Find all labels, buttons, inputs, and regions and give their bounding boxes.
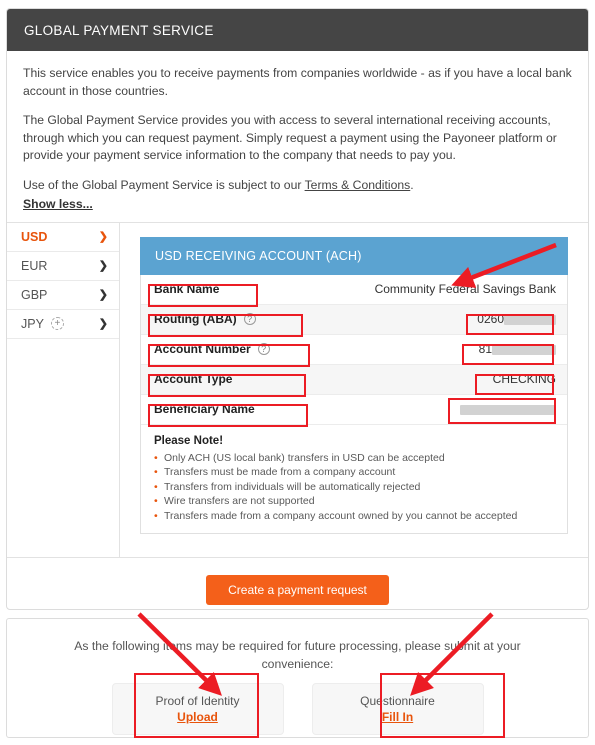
sidebar-item-usd-left: USD bbox=[21, 230, 47, 244]
currency-sidebar: USD ❯ EUR ❯ GBP ❯ JPY + ❯ bbox=[7, 222, 120, 557]
questionnaire-label: Questionnaire bbox=[360, 694, 435, 708]
account-body: USD ❯ EUR ❯ GBP ❯ JPY + ❯ USD RECEIVING … bbox=[7, 222, 588, 557]
help-question-icon[interactable]: ? bbox=[257, 343, 270, 355]
sidebar-item-gbp[interactable]: GBP ❯ bbox=[7, 281, 119, 310]
upload-link[interactable]: Upload bbox=[177, 710, 218, 724]
routing-aba-masked-digits bbox=[504, 314, 556, 325]
fill-in-link[interactable]: Fill In bbox=[382, 710, 413, 724]
chevron-right-icon: ❯ bbox=[98, 318, 108, 330]
list-item: Wire transfers are not supported bbox=[154, 494, 555, 509]
intro-text-block: This service enables you to receive paym… bbox=[7, 51, 588, 222]
account-number-value: 81 bbox=[479, 342, 556, 356]
beneficiary-name-label: Beneficiary Name bbox=[154, 402, 255, 416]
sidebar-item-jpy[interactable]: JPY + ❯ bbox=[7, 310, 119, 339]
intro-paragraph-2: The Global Payment Service provides you … bbox=[23, 113, 557, 162]
list-item: Transfers made from a company account ow… bbox=[154, 509, 555, 524]
proof-of-identity-tile[interactable]: Proof of Identity Upload bbox=[111, 683, 284, 735]
account-type-value: CHECKING bbox=[492, 372, 556, 386]
sidebar-item-gbp-left: GBP bbox=[21, 288, 47, 302]
account-panel-title: USD RECEIVING ACCOUNT (ACH) bbox=[140, 236, 568, 275]
account-number-label: Account Number ? bbox=[154, 342, 270, 356]
chevron-right-icon: ❯ bbox=[98, 260, 108, 272]
account-panel: Bank Name Community Federal Savings Bank… bbox=[140, 274, 568, 534]
intro-paragraph-1: This service enables you to receive paym… bbox=[23, 66, 572, 98]
beneficiary-name-value bbox=[460, 402, 556, 416]
documents-tiles-row: Proof of Identity Upload Questionnaire F… bbox=[7, 683, 588, 735]
terms-and-conditions-link[interactable]: Terms & Conditions bbox=[305, 178, 411, 192]
add-currency-plus-icon[interactable]: + bbox=[50, 317, 64, 330]
terms-suffix: . bbox=[410, 177, 414, 192]
list-item: Transfers must be made from a company ac… bbox=[154, 465, 555, 480]
sidebar-item-jpy-label: JPY bbox=[21, 316, 44, 331]
card-header: GLOBAL PAYMENT SERVICE bbox=[7, 9, 588, 51]
documents-prompt: As the following items may be required f… bbox=[74, 639, 521, 671]
sidebar-item-usd[interactable]: USD ❯ bbox=[7, 223, 119, 252]
sidebar-item-eur-left: EUR bbox=[21, 259, 47, 273]
beneficiary-name-masked-text bbox=[460, 404, 556, 415]
create-payment-request-button[interactable]: Create a payment request bbox=[206, 575, 389, 605]
bank-name-value: Community Federal Savings Bank bbox=[374, 282, 556, 296]
list-item: Transfers from individuals will be autom… bbox=[154, 480, 555, 495]
intro-paragraph-3: Use of the Global Payment Service is sub… bbox=[23, 177, 572, 195]
terms-prefix: Use of the Global Payment Service is sub… bbox=[23, 177, 305, 192]
table-row-account-number: Account Number ? 81 bbox=[141, 335, 567, 365]
chevron-right-icon: ❯ bbox=[98, 231, 108, 243]
sidebar-item-eur[interactable]: EUR ❯ bbox=[7, 252, 119, 281]
show-less-link[interactable]: Show less... bbox=[23, 196, 93, 214]
sidebar-item-gbp-label: GBP bbox=[21, 287, 48, 302]
list-item: Only ACH (US local bank) transfers in US… bbox=[154, 451, 555, 466]
account-number-value-text: 81 bbox=[478, 342, 492, 356]
table-row-beneficiary-name: Beneficiary Name bbox=[141, 395, 567, 425]
please-note-title: Please Note! bbox=[154, 434, 224, 447]
account-number-masked-digits bbox=[492, 344, 556, 355]
table-row-bank-name: Bank Name Community Federal Savings Bank bbox=[141, 275, 567, 305]
account-number-label-text: Account Number bbox=[154, 342, 251, 356]
routing-aba-value-text: 0260 bbox=[477, 312, 504, 326]
page-title: GLOBAL PAYMENT SERVICE bbox=[24, 22, 214, 38]
bank-name-label: Bank Name bbox=[154, 282, 220, 296]
global-payment-service-card: GLOBAL PAYMENT SERVICE This service enab… bbox=[6, 8, 589, 610]
questionnaire-tile[interactable]: Questionnaire Fill In bbox=[311, 683, 484, 735]
page-root: GLOBAL PAYMENT SERVICE This service enab… bbox=[0, 0, 595, 745]
documents-card: As the following items may be required f… bbox=[6, 618, 589, 738]
please-note-box: Please Note! Only ACH (US local bank) tr… bbox=[141, 424, 567, 533]
sidebar-item-usd-label: USD bbox=[21, 229, 48, 244]
account-details-content: USD RECEIVING ACCOUNT (ACH) Bank Name Co… bbox=[120, 223, 588, 557]
routing-aba-label-text: Routing (ABA) bbox=[154, 312, 237, 326]
sidebar-item-jpy-left: JPY + bbox=[21, 317, 64, 331]
proof-of-identity-label: Proof of Identity bbox=[155, 694, 240, 708]
help-question-icon[interactable]: ? bbox=[243, 313, 256, 325]
sidebar-item-eur-label: EUR bbox=[21, 258, 48, 273]
account-type-label: Account Type bbox=[154, 372, 233, 386]
chevron-right-icon: ❯ bbox=[98, 289, 108, 301]
routing-aba-label: Routing (ABA) ? bbox=[154, 312, 256, 326]
table-row-account-type: Account Type CHECKING bbox=[141, 364, 567, 395]
table-row-routing-aba: Routing (ABA) ? 0260 bbox=[141, 304, 567, 335]
routing-aba-value: 0260 bbox=[477, 312, 556, 326]
